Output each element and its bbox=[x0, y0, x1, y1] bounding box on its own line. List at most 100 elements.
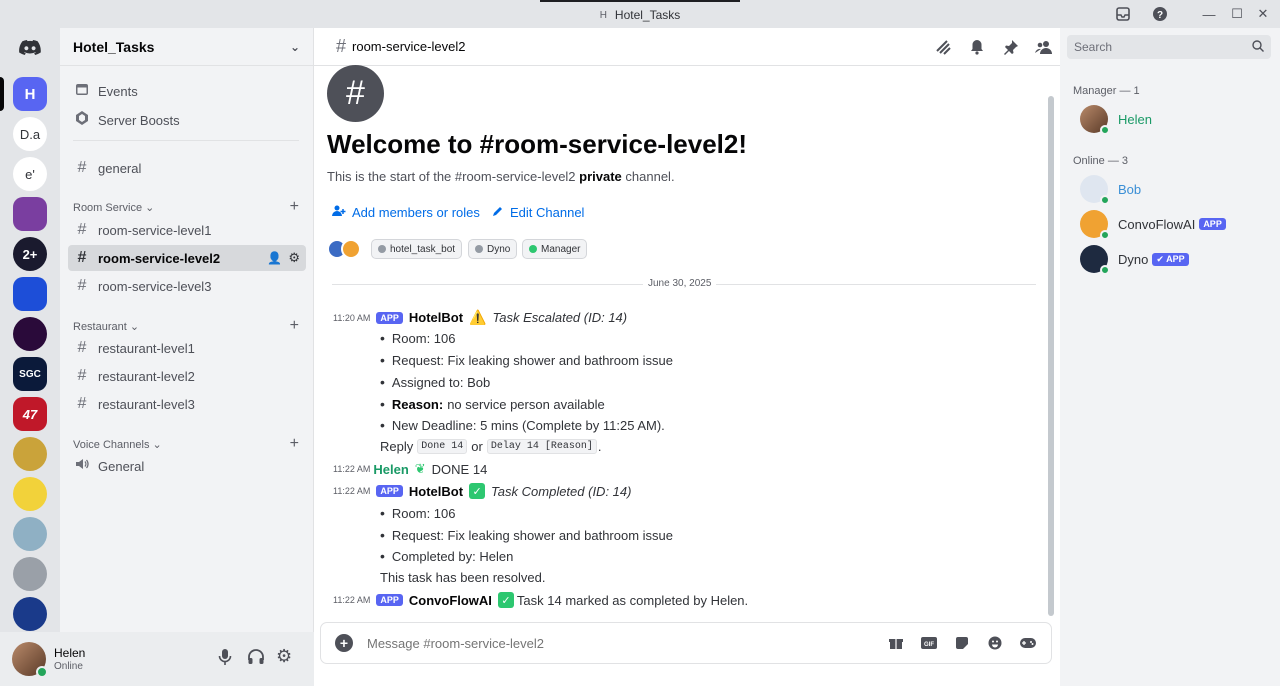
message-text: This task has been resolved. bbox=[380, 570, 546, 585]
inbox-icon[interactable] bbox=[1113, 4, 1133, 24]
message-header: 11:20 AM APP HotelBot ⚠️ Task Escalated … bbox=[333, 309, 627, 326]
message-composer: + bbox=[320, 622, 1052, 664]
pin-icon[interactable] bbox=[1002, 38, 1020, 56]
search-input[interactable]: Search bbox=[1067, 35, 1271, 59]
server-9[interactable] bbox=[13, 517, 47, 551]
member-name: Helen bbox=[1118, 111, 1152, 127]
channel-sidebar: Hotel_Tasks ⌄ Events Server Boosts # gen… bbox=[60, 28, 314, 686]
member-dyno[interactable]: Dyno ✔ APP bbox=[1080, 245, 1189, 275]
add-channel-icon[interactable]: + bbox=[290, 198, 299, 216]
channel-general[interactable]: # general bbox=[68, 155, 306, 181]
help-icon[interactable]: ? bbox=[1150, 4, 1170, 24]
message-author[interactable]: ConvoFlowAI bbox=[409, 593, 492, 608]
server-1[interactable] bbox=[13, 197, 47, 231]
minimize-icon[interactable]: — bbox=[1199, 4, 1219, 24]
svg-text:GIF: GIF bbox=[924, 642, 934, 648]
server-3[interactable] bbox=[13, 277, 47, 311]
reply-text: . bbox=[597, 439, 602, 454]
message-timestamp: 11:22 AM bbox=[333, 595, 371, 605]
microphone-icon[interactable] bbox=[218, 648, 232, 671]
window-title-text: Hotel_Tasks bbox=[614, 8, 681, 22]
channel-restaurant-level2[interactable]: # restaurant-level2 bbox=[68, 363, 306, 389]
member-list: Manager — 1 Helen Online — 3 Bob ConvoFl… bbox=[1060, 66, 1280, 686]
svg-text:?: ? bbox=[1157, 10, 1163, 21]
boost-icon bbox=[74, 110, 90, 130]
add-channel-icon[interactable]: + bbox=[290, 435, 299, 453]
channel-lock-icon: # bbox=[327, 65, 384, 122]
game-controller-icon[interactable] bbox=[1019, 634, 1037, 652]
server-2[interactable]: 2+ bbox=[13, 237, 47, 271]
channel-label: room-service-level3 bbox=[98, 278, 212, 294]
add-attachment-icon[interactable]: + bbox=[335, 634, 353, 652]
app-badge: APP bbox=[376, 485, 403, 497]
avatar bbox=[1080, 245, 1110, 275]
discord-home-icon[interactable] bbox=[13, 31, 47, 65]
online-status-icon bbox=[1100, 125, 1110, 135]
channel-restaurant-level3[interactable]: # restaurant-level3 bbox=[68, 391, 306, 417]
server-10[interactable] bbox=[13, 557, 47, 591]
member-helen[interactable]: Helen bbox=[1080, 105, 1152, 135]
member-list-icon[interactable] bbox=[1035, 38, 1053, 56]
category-voice-channels[interactable]: Voice Channels ⌄ + bbox=[73, 435, 299, 453]
hashtag-icon: # bbox=[77, 367, 87, 384]
guild-header[interactable]: Hotel_Tasks ⌄ bbox=[60, 28, 313, 66]
welcome-subtitle: This is the start of the #room-service-l… bbox=[327, 169, 675, 184]
hashtag-icon: # bbox=[77, 249, 87, 266]
gif-icon[interactable]: GIF bbox=[920, 634, 938, 652]
channel-restaurant-level1[interactable]: # restaurant-level1 bbox=[68, 335, 306, 361]
category-room-service[interactable]: Room Service ⌄ + bbox=[73, 198, 299, 216]
maximize-icon[interactable]: ☐ bbox=[1227, 4, 1247, 24]
check-icon: ✓ bbox=[469, 483, 486, 499]
sidebar-item-server-boosts[interactable]: Server Boosts bbox=[68, 107, 306, 133]
voice-channel-general[interactable]: General bbox=[68, 453, 306, 479]
add-channel-icon[interactable]: + bbox=[290, 317, 299, 335]
add-members-button[interactable]: Add members or roles bbox=[332, 205, 480, 220]
category-restaurant[interactable]: Restaurant ⌄ + bbox=[73, 317, 299, 335]
emoji-icon[interactable] bbox=[986, 634, 1004, 652]
scrollbar[interactable] bbox=[1048, 96, 1054, 616]
gear-icon[interactable]: ⚙ bbox=[288, 250, 300, 266]
role-pill-dyno[interactable]: Dyno bbox=[468, 239, 518, 259]
bell-icon[interactable] bbox=[968, 38, 986, 56]
server-e[interactable]: e' bbox=[13, 157, 47, 191]
channel-room-service-level3[interactable]: # room-service-level3 bbox=[68, 273, 306, 299]
headphones-icon[interactable] bbox=[247, 648, 265, 671]
add-member-icon[interactable]: 👤 bbox=[267, 251, 282, 265]
sidebar-item-events[interactable]: Events bbox=[68, 78, 306, 104]
sticker-icon[interactable] bbox=[953, 634, 971, 652]
server-11[interactable] bbox=[13, 597, 47, 631]
channel-room-service-level1[interactable]: # room-service-level1 bbox=[68, 217, 306, 243]
role-pill-hotel-task-bot[interactable]: hotel_task_bot bbox=[371, 239, 463, 259]
member-convoflowai[interactable]: ConvoFlowAI APP bbox=[1080, 210, 1226, 240]
threads-icon[interactable] bbox=[934, 38, 952, 56]
add-members-label: Add members or roles bbox=[352, 205, 480, 220]
channel-room-service-level2[interactable]: # room-service-level2 👤 ⚙ bbox=[68, 245, 306, 271]
message-author[interactable]: Helen bbox=[373, 462, 408, 477]
server-6[interactable]: 47 bbox=[13, 397, 47, 431]
avatar[interactable] bbox=[12, 642, 48, 678]
server-7[interactable] bbox=[13, 437, 47, 471]
message-author[interactable]: HotelBot bbox=[409, 310, 463, 325]
edit-channel-button[interactable]: Edit Channel bbox=[492, 205, 584, 220]
list-item: Room: 106 bbox=[380, 330, 456, 346]
channel-name: room-service-level2 bbox=[352, 39, 466, 54]
close-icon[interactable]: ✕ bbox=[1253, 4, 1273, 24]
member-bob[interactable]: Bob bbox=[1080, 175, 1142, 205]
message-author[interactable]: HotelBot bbox=[409, 484, 463, 499]
server-4[interactable] bbox=[13, 317, 47, 351]
role-pill-manager[interactable]: Manager bbox=[522, 239, 588, 259]
server-hotel-tasks[interactable]: H bbox=[13, 77, 47, 111]
list-item: Assigned to: Bob bbox=[380, 374, 490, 390]
reply-text: Reply bbox=[380, 439, 414, 454]
member-name: Bob bbox=[1118, 181, 1142, 197]
server-5[interactable]: SGC bbox=[13, 357, 47, 391]
server-8[interactable] bbox=[13, 477, 47, 511]
message-input[interactable] bbox=[367, 635, 847, 651]
gift-icon[interactable] bbox=[887, 634, 905, 652]
online-status-icon bbox=[1100, 230, 1110, 240]
server-da[interactable]: D.a bbox=[13, 117, 47, 151]
settings-gear-icon[interactable]: ⚙ bbox=[276, 646, 292, 667]
online-status-icon bbox=[36, 666, 48, 678]
member-avatars[interactable] bbox=[327, 239, 361, 259]
list-item: Completed by: Helen bbox=[380, 548, 513, 564]
